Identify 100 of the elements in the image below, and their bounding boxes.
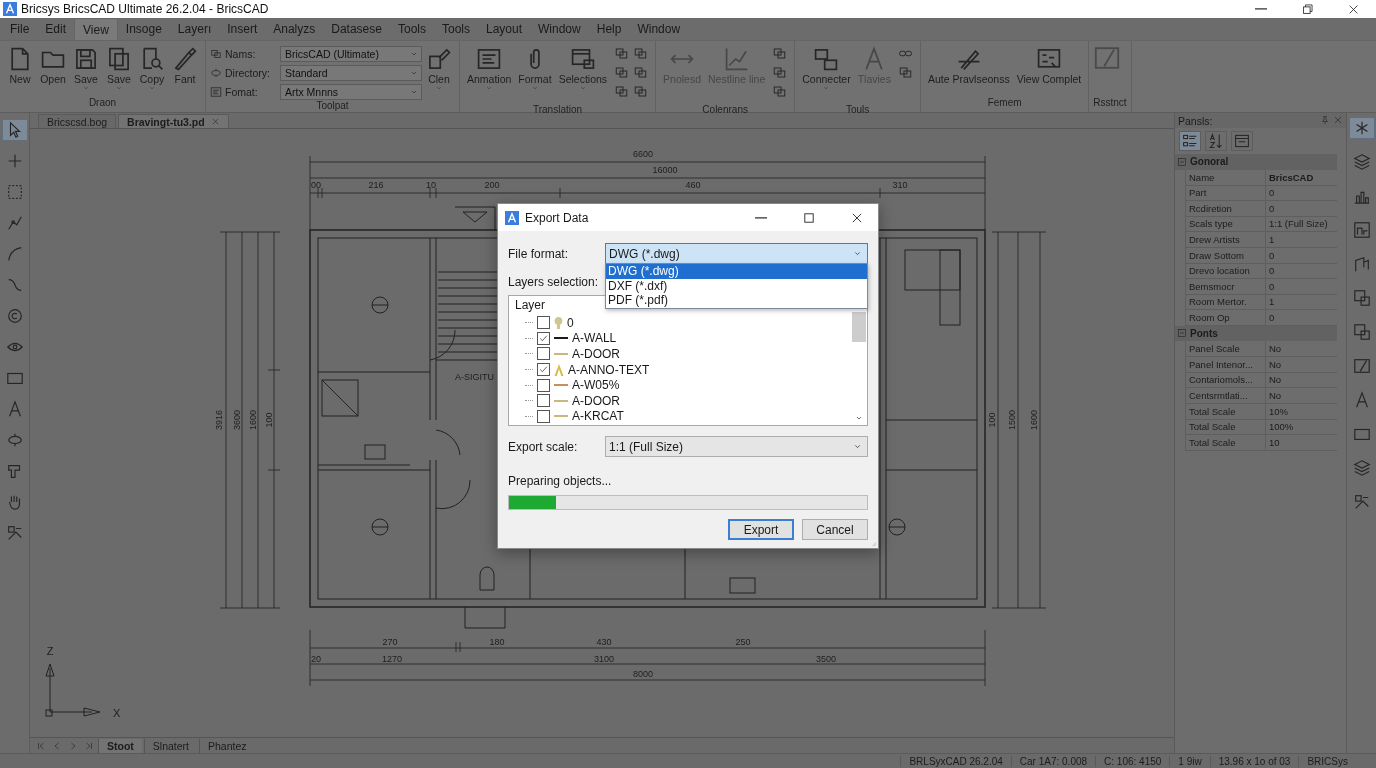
menu-item[interactable]: View [74,18,118,40]
dropdown-field[interactable]: Artx Mnnns [280,84,422,100]
dimension-label: 1600 [248,410,258,430]
ribbon-button[interactable]: Save [70,44,102,96]
dropdown-field[interactable]: BricsCAD (Ultimate) [280,46,422,62]
ribbon-button[interactable]: Connecter [799,44,854,96]
property-value[interactable]: 1 [1265,294,1337,311]
layout-tab[interactable]: Stoot [98,738,142,753]
menu-item[interactable]: Layerı [169,18,220,40]
ribbon-button[interactable]: Clen [423,44,455,96]
panel-tool-button[interactable] [1179,131,1201,151]
property-value[interactable]: 10 [1265,434,1337,451]
group-title: Femem [986,97,1023,110]
ribbon-button[interactable]: Selections [555,44,611,96]
property-value[interactable]: 100% [1265,419,1337,436]
dialog-button[interactable]: Cancel [802,519,868,540]
status-text: Car 1A7: 0.008 [1010,755,1096,767]
image-icon [1352,221,1371,239]
checkbox[interactable] [537,331,550,345]
dialog-button[interactable]: Export [728,519,794,540]
property-value[interactable]: No [1265,356,1337,373]
menu-item[interactable]: Edit [37,18,75,40]
squares-icon [772,65,788,80]
panel-tool-button[interactable] [1205,131,1227,151]
property-value[interactable]: 0 [1265,200,1337,217]
menu-item[interactable]: Tools [434,18,478,40]
menu-item[interactable]: File [2,18,38,40]
menu-item[interactable]: Window [530,18,589,40]
line-chart-icon [723,46,750,72]
property-value[interactable]: No [1265,372,1337,389]
status-text: 1 9iw [1169,755,1210,767]
property-value[interactable]: 1:1 (Full Size) [1265,216,1337,233]
menu-item[interactable]: Window [629,18,689,40]
dimension-label: 250 [735,637,751,647]
group-title: Translation [532,104,584,115]
first-icon [36,740,46,751]
property-value[interactable]: 0 [1265,309,1337,326]
field-label: Layers selection: [508,275,599,289]
property-value[interactable]: 10% [1265,403,1337,420]
panel-tool-button[interactable] [1231,131,1253,151]
checkbox[interactable] [537,363,550,377]
dimension-label: 1600 [1029,410,1039,430]
checkbox[interactable] [537,347,550,361]
property-value[interactable]: 0 [1265,247,1337,264]
property-name: Total Scale [1185,434,1265,451]
check-icon [538,364,549,376]
property-value[interactable]: 1 [1265,231,1337,248]
dropdown-option[interactable]: DWG (*.dwg) [606,264,867,279]
layer-name: A-W05% [572,378,620,393]
menu-item[interactable]: Layout [478,18,531,40]
document-tab[interactable]: Bravingt-tu3.pd [118,114,229,128]
axis-label: Z [46,645,54,657]
dropdown-field[interactable]: Standard [280,65,422,81]
group-title: Touls [844,104,871,115]
scrollbar-thumb[interactable] [852,312,866,342]
menu-item[interactable]: Help [588,18,630,40]
minimize-icon [1255,8,1267,10]
group-title: Rsstnct [1093,97,1127,110]
ribbon-button[interactable]: New [4,44,36,88]
ribbon-button[interactable]: Fant [169,44,201,88]
menu-item[interactable]: Datasese [323,18,390,40]
file-format-dropdown[interactable]: DWG (*.dwg) [605,243,868,264]
property-name: Room Op [1185,309,1265,326]
property-value[interactable]: 0 [1265,263,1337,280]
checkbox[interactable] [537,378,550,392]
property-value[interactable]: No [1265,387,1337,404]
menu-item[interactable]: Insoge [117,18,170,40]
ribbon-button[interactable]: Aute Pravlseonss [924,44,1013,88]
side-tool-button[interactable] [1348,117,1375,139]
ribbon-button[interactable]: Copy [136,44,168,96]
checkbox[interactable] [537,394,550,408]
group-title: Colenrans [701,104,749,115]
dimension-label: 270 [382,637,398,647]
document-tab[interactable]: Bricscsd.bog [38,114,117,128]
menu-item[interactable]: Analyzs [265,18,324,40]
menu-item[interactable]: Insert [219,18,266,40]
checkbox[interactable] [537,316,550,330]
layout-tab[interactable]: Slnatert [143,738,197,753]
property-value[interactable]: BricsCAD [1265,169,1337,186]
ribbon-button[interactable]: Format [515,44,555,96]
property-value[interactable]: 0 [1265,185,1337,202]
field-label: Export scale: [508,439,579,454]
dimension-label: 8000 [633,669,653,679]
boxes-icon [813,46,840,72]
export-scale-dropdown[interactable]: 1:1 (Full Size) [605,436,868,457]
ribbon-button[interactable]: Save [103,44,135,96]
tool-button[interactable] [1,119,28,141]
dropdown-option[interactable]: PDF (*.pdf) [606,293,867,308]
layout-tab[interactable]: Phantez [199,738,255,753]
property-value[interactable]: No [1265,341,1337,358]
checkbox[interactable] [537,409,550,423]
dimension-label: 3600 [232,410,242,430]
menu-item[interactable]: Tools [389,18,434,40]
ribbon-button[interactable]: Anmation [464,44,515,96]
dropdown-option[interactable]: DXF (*.dxf) [606,278,867,293]
dimension-label: 3916 [214,410,224,430]
property-value[interactable]: 0 [1265,278,1337,295]
ribbon-button[interactable]: View Complet [1013,44,1085,88]
ribbon-button[interactable]: Open [37,44,69,88]
pin-button[interactable] [1320,114,1330,127]
